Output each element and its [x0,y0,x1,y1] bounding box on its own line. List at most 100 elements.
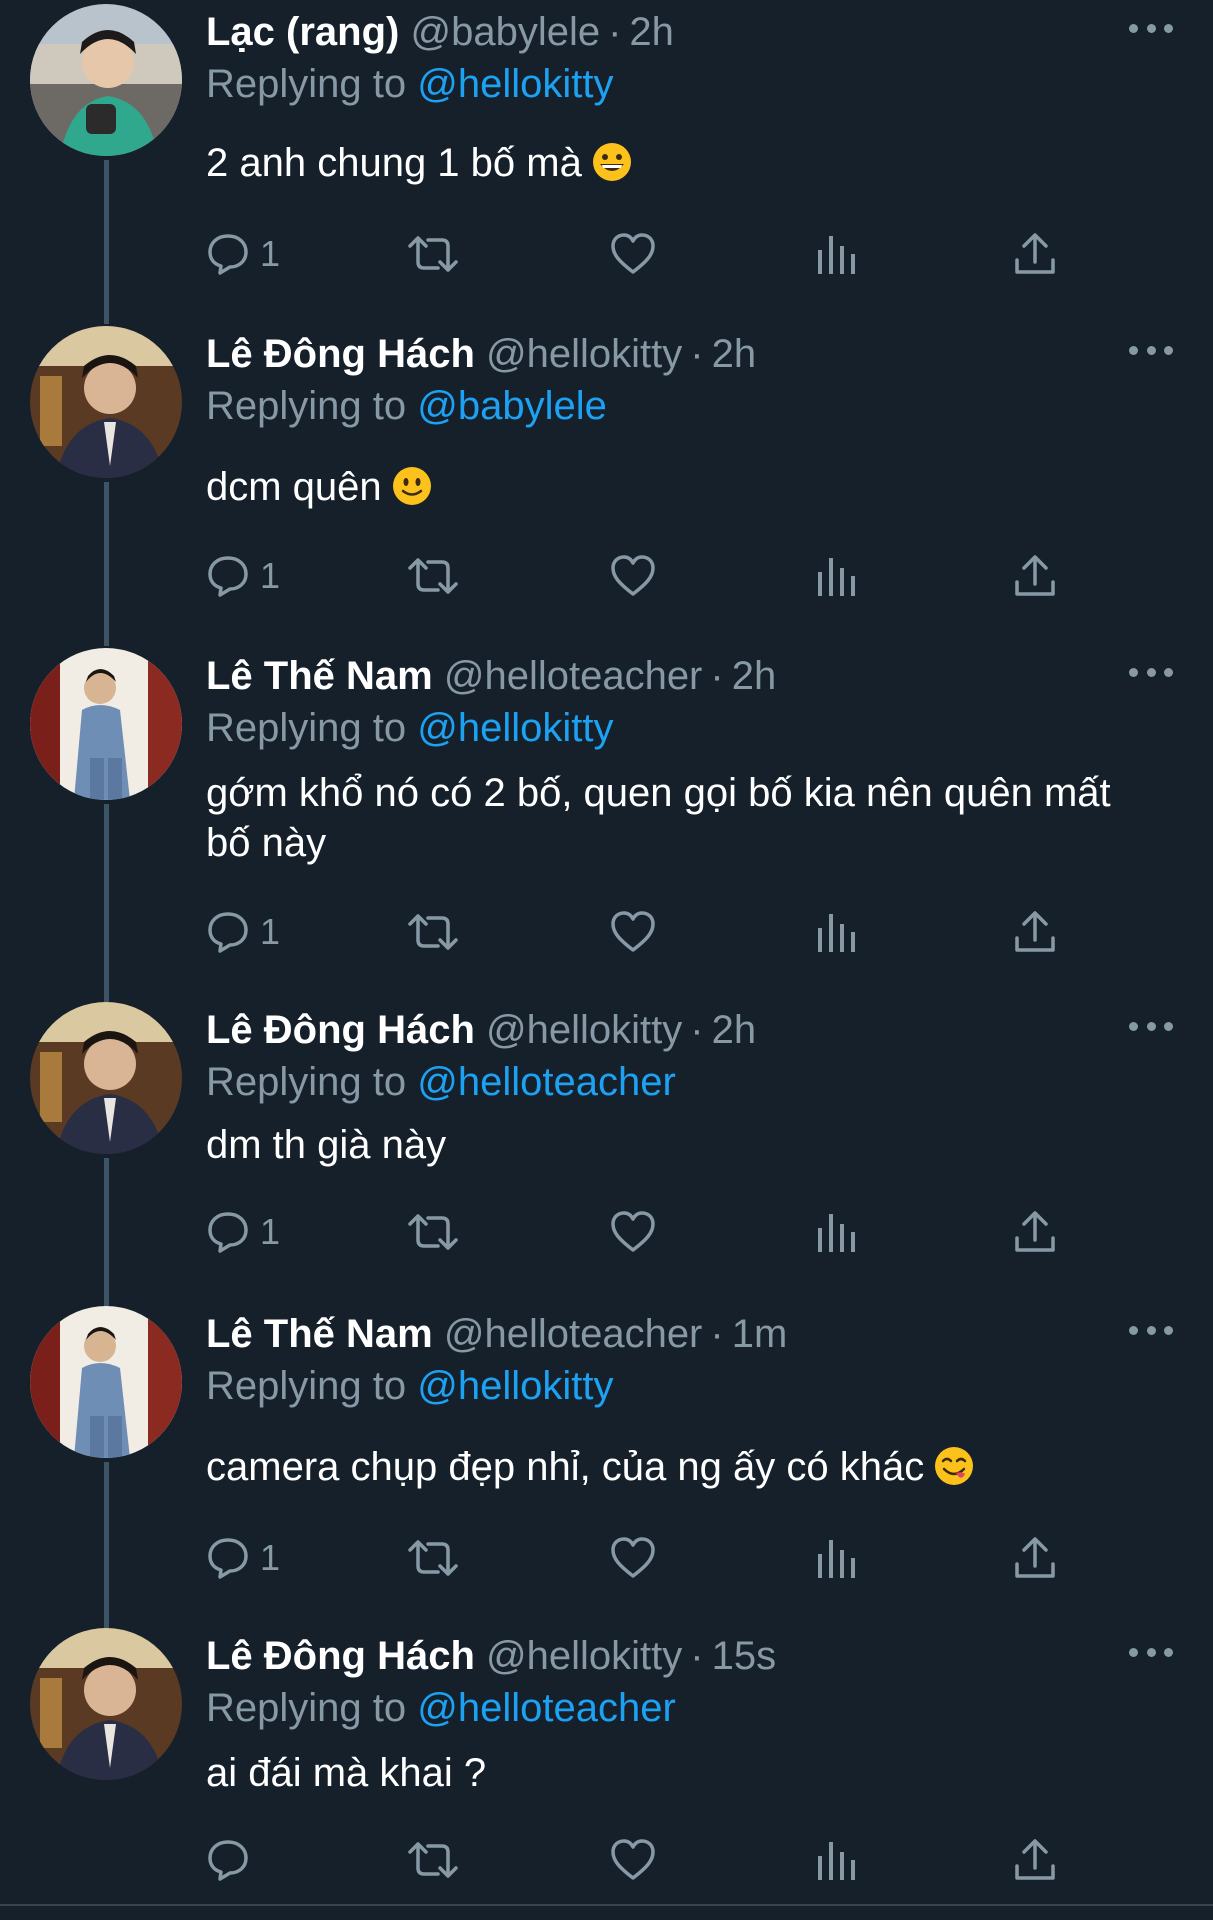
timestamp[interactable]: 2h [732,654,777,698]
display-name[interactable]: Lê Thế Nam [206,1312,433,1356]
mention-link[interactable]: @hellokitty [417,706,613,750]
reply-icon [208,1538,248,1579]
tweet-header: Lê Đông Hách @hellokitty · 2h [206,1004,1173,1056]
retweet-button[interactable] [406,226,460,282]
user-handle[interactable]: @hellokitty [486,1008,682,1052]
mention-link[interactable]: @hellokitty [417,62,613,106]
analytics-button[interactable] [816,1530,856,1586]
more-options-icon[interactable] [1129,1320,1173,1340]
mention-link[interactable]: @hellokitty [417,1364,613,1408]
tweet-text: dm th già này [206,1120,1173,1170]
reply-count: 1 [260,233,281,274]
reply-button[interactable]: 1 [206,548,280,604]
more-options-icon[interactable] [1129,1016,1173,1036]
like-button[interactable] [610,904,656,960]
like-button[interactable] [610,1832,656,1888]
grinning-face-emoji-icon [592,143,631,181]
display-name[interactable]: Lê Thế Nam [206,654,433,698]
tweet[interactable]: Lê Thế Nam @helloteacher · 2h Replying to … [0,648,1213,1002]
like-button[interactable] [610,1204,656,1260]
user-handle[interactable]: @helloteacher [444,1312,703,1356]
replying-prefix: Replying to [206,1364,407,1408]
tweet[interactable]: Lê Đông Hách @hellokitty · 15s Replying to… [0,1628,1213,1904]
timestamp[interactable]: 2h [712,1008,757,1052]
retweet-button[interactable] [406,1530,460,1586]
more-options-icon[interactable] [1129,662,1173,682]
tweet-text: dcm quên [206,462,1173,512]
tweet-body: Lê Đông Hách @hellokitty · 2h Replying to … [206,326,1173,512]
share-button[interactable] [1014,1204,1056,1260]
avatar[interactable] [30,326,182,478]
replying-to: Replying to @hellokitty [206,58,1173,110]
separator-dot: · [690,332,704,376]
retweet-icon [408,558,458,594]
more-options-icon[interactable] [1129,18,1173,38]
share-button[interactable] [1014,1530,1056,1586]
user-handle[interactable]: @hellokitty [486,1634,682,1678]
tweet[interactable]: Lê Thế Nam @helloteacher · 1m Replying to … [0,1306,1213,1628]
avatar-column [30,1002,182,1306]
replying-to: Replying to @helloteacher [206,1682,1173,1734]
share-button[interactable] [1014,548,1056,604]
avatar[interactable] [30,1306,182,1458]
share-icon [1015,1839,1055,1880]
timestamp[interactable]: 2h [712,332,757,376]
display-name[interactable]: Lê Đông Hách [206,332,475,376]
share-button[interactable] [1014,904,1056,960]
reply-button[interactable]: 1 [206,1530,280,1586]
analytics-button[interactable] [816,548,856,604]
timestamp[interactable]: 1m [732,1312,788,1356]
like-button[interactable] [610,548,656,604]
mention-link[interactable]: @helloteacher [417,1686,676,1730]
heart-icon [611,233,655,274]
display-name[interactable]: Lê Đông Hách [206,1008,475,1052]
user-handle[interactable]: @helloteacher [444,654,703,698]
retweet-button[interactable] [406,1832,460,1888]
tweet-header: Lê Thế Nam @helloteacher · 2h [206,650,1173,702]
avatar[interactable] [30,1002,182,1154]
reply-button[interactable]: 1 [206,226,280,282]
reply-count: 1 [260,911,281,952]
avatar[interactable] [30,4,182,156]
tweet-body: Lê Thế Nam @helloteacher · 1m Replying to … [206,1306,1173,1492]
reply-button[interactable]: 1 [206,1204,280,1260]
tweet-header: Lê Thế Nam @helloteacher · 1m [206,1308,1173,1360]
separator-dot: · [608,10,622,54]
separator-dot: · [710,654,724,698]
mention-link[interactable]: @helloteacher [417,1060,676,1104]
more-options-icon[interactable] [1129,1642,1173,1662]
user-handle[interactable]: @babylele [410,10,600,54]
analytics-icon [818,914,855,952]
timestamp[interactable]: 2h [629,10,674,54]
tweet-actions: 1 [206,1530,1086,1586]
like-button[interactable] [610,1530,656,1586]
avatar[interactable] [30,1628,182,1780]
separator-dot: · [690,1008,704,1052]
tweet[interactable]: Lê Đông Hách @hellokitty · 2h Replying to … [0,326,1213,646]
analytics-button[interactable] [816,904,856,960]
tweet[interactable]: Lê Đông Hách @hellokitty · 2h Replying to … [0,1002,1213,1306]
display-name[interactable]: Lạc (rang) [206,10,399,54]
share-button[interactable] [1014,1832,1056,1888]
timestamp[interactable]: 15s [712,1634,777,1678]
tweet-text: ai đái mà khai ? [206,1748,1173,1798]
analytics-button[interactable] [816,226,856,282]
like-button[interactable] [610,226,656,282]
tweet[interactable]: Lạc (rang) @babylele · 2h Replying to @hel… [0,4,1213,324]
display-name[interactable]: Lê Đông Hách [206,1634,475,1678]
retweet-button[interactable] [406,1204,460,1260]
share-button[interactable] [1014,226,1056,282]
reply-button[interactable] [206,1832,260,1888]
analytics-button[interactable] [816,1204,856,1260]
user-handle[interactable]: @hellokitty [486,332,682,376]
avatar[interactable] [30,648,182,800]
retweet-button[interactable] [406,904,460,960]
analytics-button[interactable] [816,1832,856,1888]
mention-link[interactable]: @babylele [417,384,607,428]
reply-button[interactable]: 1 [206,904,280,960]
analytics-icon [818,558,855,596]
divider [0,1904,1213,1906]
retweet-button[interactable] [406,548,460,604]
tweet-header: Lạc (rang) @babylele · 2h [206,6,1173,58]
more-options-icon[interactable] [1129,340,1173,360]
